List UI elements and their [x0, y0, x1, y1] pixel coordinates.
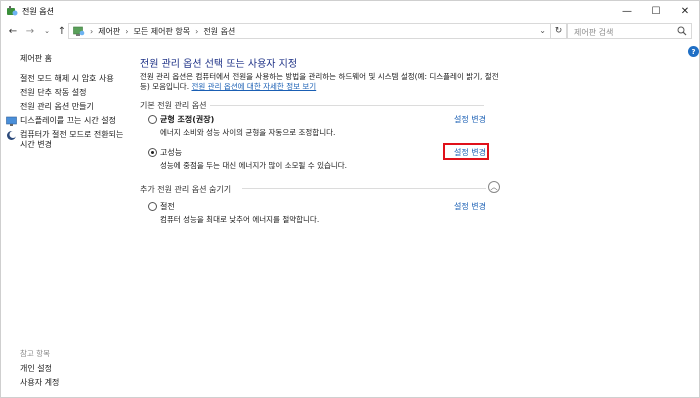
breadcrumb-control-panel[interactable]: 제어판 — [98, 26, 120, 37]
recent-locations-button[interactable]: ⌄ — [40, 24, 54, 38]
breadcrumb-all-items[interactable]: 모든 제어판 항목 — [134, 26, 191, 37]
address-row: ← → ⌄ ↑ › 제어판 › 모든 제어판 항목 › 전원 옵션 ⌄ ↻ 제어… — [1, 21, 699, 41]
control-panel-home-link[interactable]: 제어판 홈 — [20, 53, 52, 64]
sidebar-item-create-plan[interactable]: 전원 관리 옵션 만들기 — [20, 102, 125, 112]
sidebar-item-display-off[interactable]: 디스플레이를 끄는 시간 설정 — [20, 116, 125, 126]
see-also-personalization-link[interactable]: 개인 설정 — [20, 363, 52, 374]
display-icon — [6, 116, 17, 126]
section-more-plans: 추가 전원 관리 옵션 숨기기 — [140, 185, 232, 194]
sidebar-item-sleep-time[interactable]: 컴퓨터가 절전 모드로 전환되는 시간 변경 — [20, 130, 125, 150]
plan-high-performance-radio[interactable] — [148, 148, 157, 157]
breadcrumb-separator: › — [195, 26, 199, 36]
search-placeholder: 제어판 검색 — [574, 28, 614, 37]
collapse-more-plans-button[interactable]: ︿ — [488, 181, 500, 193]
section-divider — [242, 188, 486, 189]
breadcrumb-separator: › — [125, 26, 129, 36]
section-divider — [210, 105, 484, 106]
more-info-link[interactable]: 전원 관리 옵션에 대한 자세한 정보 보기 — [191, 82, 316, 91]
search-input[interactable]: 제어판 검색 — [567, 23, 692, 39]
see-also-user-accounts-link[interactable]: 사용자 계정 — [20, 377, 59, 388]
plan-balanced: 균형 조정(권장) 에너지 소비와 성능 사이의 균형을 자동으로 조정합니다. — [148, 114, 488, 140]
sidebar-item-power-buttons[interactable]: 전원 단추 작동 설정 — [20, 88, 125, 98]
control-panel-icon — [73, 26, 85, 36]
back-button[interactable]: ← — [6, 24, 20, 38]
title-bar: 전원 옵션 — ☐ ✕ — [1, 1, 699, 21]
change-settings-balanced-link[interactable]: 설정 변경 — [454, 114, 486, 125]
breadcrumb-separator: › — [90, 26, 94, 36]
power-options-icon — [7, 6, 18, 16]
plan-high-performance: 고성능 성능에 중점을 두는 대신 에너지가 많이 소모될 수 있습니다. — [148, 147, 488, 173]
help-icon[interactable]: ? — [688, 46, 699, 57]
plan-power-saver-name[interactable]: 절전 — [160, 201, 175, 212]
page-description: 전원 관리 옵션은 컴퓨터에서 전원을 사용하는 방법을 관리하는 하드웨어 및… — [140, 72, 500, 92]
window-title: 전원 옵션 — [22, 7, 54, 16]
plan-high-performance-desc: 성능에 중점을 두는 대신 에너지가 많이 소모될 수 있습니다. — [160, 161, 348, 170]
address-bar[interactable]: › 제어판 › 모든 제어판 항목 › 전원 옵션 ⌄ — [68, 23, 551, 39]
plan-balanced-name[interactable]: 균형 조정(권장) — [160, 114, 214, 125]
close-button[interactable]: ✕ — [671, 1, 699, 21]
see-also-title: 참고 항목 — [20, 349, 50, 358]
maximize-button[interactable]: ☐ — [642, 1, 670, 21]
sidebar-item-password-on-wake[interactable]: 절전 모드 해제 시 암호 사용 — [20, 74, 125, 84]
forward-button[interactable]: → — [23, 24, 37, 38]
up-button[interactable]: ↑ — [55, 24, 69, 38]
section-basic-plans: 기본 전원 관리 옵션 — [140, 101, 207, 110]
plan-balanced-desc: 에너지 소비와 성능 사이의 균형을 자동으로 조정합니다. — [160, 128, 336, 137]
plan-high-performance-name[interactable]: 고성능 — [160, 147, 182, 158]
change-settings-power-saver-link[interactable]: 설정 변경 — [454, 201, 486, 212]
address-dropdown-icon[interactable]: ⌄ — [539, 26, 546, 35]
minimize-button[interactable]: — — [613, 1, 641, 21]
search-icon[interactable] — [677, 26, 687, 36]
plan-power-saver: 절전 컴퓨터 성능을 최대로 낮추어 에너지를 절약합니다. — [148, 201, 488, 227]
moon-icon — [7, 131, 17, 140]
sidebar: 제어판 홈 절전 모드 해제 시 암호 사용 전원 단추 작동 설정 전원 관리… — [1, 41, 131, 397]
plan-balanced-radio[interactable] — [148, 115, 157, 124]
plan-power-saver-radio[interactable] — [148, 202, 157, 211]
breadcrumb-power-options[interactable]: 전원 옵션 — [203, 26, 235, 37]
power-options-window: 전원 옵션 — ☐ ✕ ← → ⌄ ↑ › 제어판 › 모든 제어판 항목 › … — [0, 0, 700, 398]
refresh-button[interactable]: ↻ — [551, 23, 567, 39]
plan-power-saver-desc: 컴퓨터 성능을 최대로 낮추어 에너지를 절약합니다. — [160, 215, 320, 224]
page-title: 전원 관리 옵션 선택 또는 사용자 지정 — [140, 59, 298, 70]
highlight-box — [443, 143, 489, 160]
